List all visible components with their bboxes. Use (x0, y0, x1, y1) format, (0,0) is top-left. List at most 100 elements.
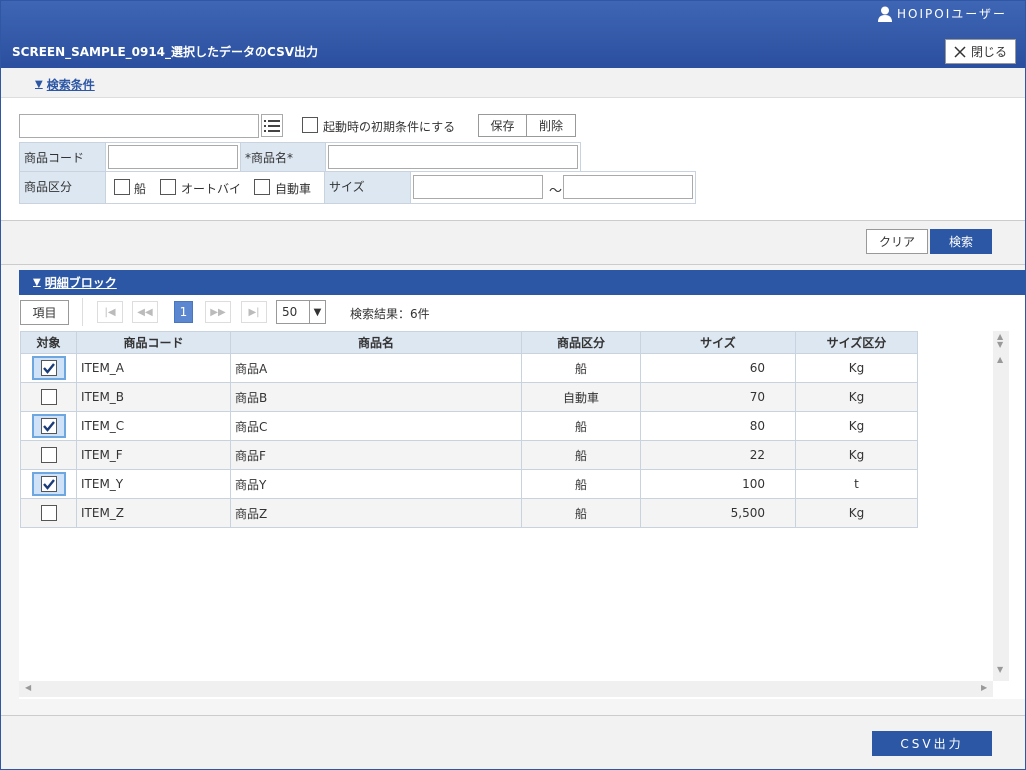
category-label: 商品区分 (19, 171, 106, 204)
row-size: 80 (640, 411, 796, 441)
table-row[interactable]: ITEM_F 商品F 船 22 Kg (20, 440, 918, 470)
clear-button[interactable]: クリア (866, 229, 928, 254)
horizontal-scrollbar[interactable]: ◀ ▶ (19, 681, 993, 697)
page-size-select[interactable]: 50 ▼ (276, 300, 326, 324)
col-header-category[interactable]: 商品区分 (521, 331, 641, 354)
row-select-cell[interactable] (20, 411, 77, 441)
row-size: 22 (640, 440, 796, 470)
row-select-checkbox[interactable] (40, 447, 57, 463)
category-ship-checkbox[interactable] (114, 179, 130, 195)
col-header-code[interactable]: 商品コード (76, 331, 231, 354)
row-size: 100 (640, 469, 796, 499)
checkmark-icon (42, 421, 55, 432)
size-to-input[interactable] (563, 175, 693, 199)
table-header-row: 対象 商品コード 商品名 商品区分 サイズ サイズ区分 (20, 331, 918, 354)
scroll-top-icon[interactable]: ▲ ▼ (997, 333, 1003, 349)
row-code: ITEM_Z (76, 498, 231, 528)
page-1-button[interactable]: 1 (174, 301, 193, 323)
table-row[interactable]: ITEM_Y 商品Y 船 100 t (20, 469, 918, 499)
row-select-checkbox-wrap[interactable] (32, 501, 66, 525)
page-title: SCREEN_SAMPLE_0914_選択したデータのCSV出力 (12, 45, 318, 59)
table-row[interactable]: ITEM_C 商品C 船 80 Kg (20, 411, 918, 441)
category-car-checkbox[interactable] (254, 179, 270, 195)
save-button[interactable]: 保存 (478, 114, 527, 137)
first-page-button[interactable]: |◀ (97, 301, 123, 323)
close-label: 閉じる (970, 45, 1007, 59)
checkmark-icon (42, 479, 55, 490)
search-button[interactable]: 検索 (930, 229, 992, 254)
page-size-value: 50 (282, 305, 298, 319)
row-select-checkbox-wrap[interactable] (31, 414, 66, 438)
delete-button[interactable]: 削除 (526, 114, 576, 137)
scroll-left-icon[interactable]: ◀ (25, 683, 31, 692)
search-section-toggle: ▼ 検索条件 (1, 68, 1025, 98)
row-select-checkbox[interactable] (40, 360, 57, 376)
product-name-input[interactable] (328, 145, 578, 169)
col-header-size[interactable]: サイズ (640, 331, 796, 354)
row-select-checkbox-wrap[interactable] (32, 443, 66, 467)
checkmark-icon (42, 363, 55, 374)
pager-divider (82, 298, 83, 326)
category-ship-label: 船 (134, 182, 147, 196)
row-select-cell[interactable] (20, 469, 77, 499)
product-name-cell (325, 142, 581, 172)
category-motorbike-label: オートバイ (181, 182, 242, 196)
search-section-link[interactable]: ▼ 検索条件 (35, 76, 95, 93)
col-header-unit[interactable]: サイズ区分 (795, 331, 918, 354)
row-select-checkbox[interactable] (40, 476, 57, 492)
size-from-input[interactable] (413, 175, 543, 199)
row-name: 商品F (230, 440, 522, 470)
preset-default-checkbox[interactable] (302, 117, 318, 133)
scroll-down-icon[interactable]: ▼ (997, 665, 1003, 674)
table-row[interactable]: ITEM_A 商品A 船 60 Kg (20, 353, 918, 383)
dropdown-arrow-icon: ▼ (309, 301, 325, 323)
row-size: 70 (640, 382, 796, 412)
detail-panel: 項目 |◀ ◀◀ 1 ▶▶ ▶| 50 ▼ 検索結果：6件 対象 商品コード 商… (19, 295, 1025, 699)
csv-export-button[interactable]: CSV出力 (872, 731, 992, 756)
prev-page-button[interactable]: ◀◀ (132, 301, 158, 323)
row-unit: t (795, 469, 918, 499)
first-page-icon: |◀ (104, 306, 116, 318)
close-button[interactable]: 閉じる (945, 39, 1016, 64)
result-count: 検索結果：6件 (350, 307, 430, 321)
row-select-cell[interactable] (20, 353, 77, 383)
product-code-label: 商品コード (19, 142, 106, 172)
row-select-checkbox[interactable] (40, 389, 57, 405)
row-select-checkbox[interactable] (40, 418, 57, 434)
category-motorbike-checkbox[interactable] (160, 179, 176, 195)
row-category: 船 (521, 411, 641, 441)
product-code-input[interactable] (108, 145, 238, 169)
row-select-cell[interactable] (20, 382, 77, 412)
row-category: 自動車 (521, 382, 641, 412)
row-select-checkbox-wrap[interactable] (31, 356, 66, 380)
detail-section-link[interactable]: ▼ 明細ブロック (33, 274, 117, 291)
product-name-label: *商品名* (240, 142, 326, 172)
row-select-checkbox[interactable] (40, 505, 57, 521)
preset-list-button[interactable] (261, 114, 283, 137)
table-row[interactable]: ITEM_Z 商品Z 船 5,500 Kg (20, 498, 918, 528)
row-name: 商品Y (230, 469, 522, 499)
row-unit: Kg (795, 498, 918, 528)
scroll-up-icon[interactable]: ▲ (997, 355, 1003, 364)
scroll-right-icon[interactable]: ▶ (981, 683, 987, 692)
row-category: 船 (521, 469, 641, 499)
vertical-scrollbar[interactable]: ▲ ▼ ▲ ▼ (993, 331, 1009, 681)
last-page-button[interactable]: ▶| (241, 301, 267, 323)
col-header-select[interactable]: 対象 (20, 331, 77, 354)
row-select-cell[interactable] (20, 498, 77, 528)
columns-button[interactable]: 項目 (20, 300, 69, 325)
row-select-checkbox-wrap[interactable] (32, 385, 66, 409)
preset-select-input[interactable] (19, 114, 259, 138)
row-select-checkbox-wrap[interactable] (31, 472, 66, 496)
row-unit: Kg (795, 382, 918, 412)
col-header-name[interactable]: 商品名 (230, 331, 522, 354)
next-page-icon: ▶▶ (210, 306, 226, 318)
row-select-cell[interactable] (20, 440, 77, 470)
last-page-icon: ▶| (248, 306, 260, 318)
user-menu[interactable]: HOIPOIユーザー (878, 5, 1007, 22)
category-cell: 船 オートバイ 自動車 (105, 171, 325, 204)
header-bar: HOIPOIユーザー SCREEN_SAMPLE_0914_選択したデータのCS… (1, 1, 1025, 68)
next-page-button[interactable]: ▶▶ (205, 301, 231, 323)
category-car-label: 自動車 (275, 182, 312, 196)
table-row[interactable]: ITEM_B 商品B 自動車 70 Kg (20, 382, 918, 412)
